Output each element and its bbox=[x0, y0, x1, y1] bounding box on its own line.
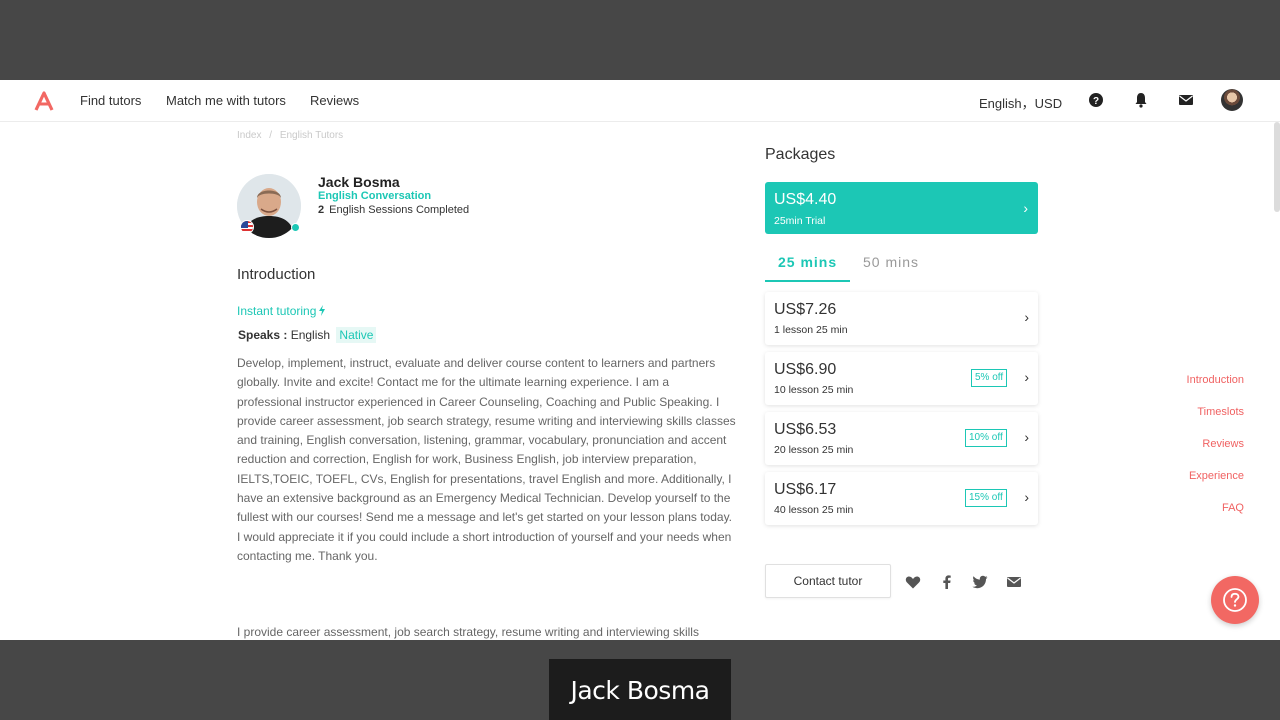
heart-icon[interactable] bbox=[904, 573, 922, 591]
package-desc: 10 lesson 25 min bbox=[774, 384, 854, 396]
trial-desc: 25min Trial bbox=[774, 215, 826, 227]
chevron-right-icon: › bbox=[1024, 309, 1029, 325]
bell-icon[interactable] bbox=[1132, 91, 1150, 109]
question-circle-icon bbox=[1223, 588, 1247, 612]
introduction-heading: Introduction bbox=[237, 266, 316, 283]
help-icon[interactable]: ? bbox=[1087, 91, 1105, 109]
package-card-20[interactable]: US$6.53 20 lesson 25 min 10% off › bbox=[765, 412, 1038, 465]
speaks-row: Speaks : English Native bbox=[238, 327, 377, 343]
package-desc: 40 lesson 25 min bbox=[774, 504, 854, 516]
lightning-icon bbox=[319, 305, 326, 316]
side-nav-reviews[interactable]: Reviews bbox=[1202, 438, 1244, 450]
instant-tutoring-label: Instant tutoring bbox=[237, 304, 326, 318]
sessions-count: 2 bbox=[318, 204, 325, 216]
facebook-icon[interactable] bbox=[938, 573, 956, 591]
trial-package-card[interactable]: US$4.40 25min Trial › bbox=[765, 182, 1038, 234]
help-chat-button[interactable] bbox=[1211, 576, 1259, 624]
discount-badge: 5% off bbox=[971, 369, 1008, 387]
trial-price: US$4.40 bbox=[774, 191, 837, 208]
chevron-right-icon: › bbox=[1024, 489, 1029, 505]
side-nav-faq[interactable]: FAQ bbox=[1222, 502, 1244, 514]
tutor-name: Jack Bosma bbox=[318, 174, 400, 190]
package-card-10[interactable]: US$6.90 10 lesson 25 min 5% off › bbox=[765, 352, 1038, 405]
online-status-dot bbox=[291, 223, 300, 232]
page-scrollbar[interactable] bbox=[1274, 122, 1280, 212]
contact-tutor-button[interactable]: Contact tutor bbox=[765, 564, 891, 598]
package-desc: 1 lesson 25 min bbox=[774, 324, 848, 336]
breadcrumb-english-tutors[interactable]: English Tutors bbox=[280, 130, 343, 141]
discount-badge: 10% off bbox=[965, 429, 1007, 447]
side-nav-introduction[interactable]: Introduction bbox=[1187, 374, 1244, 386]
discount-badge: 15% off bbox=[965, 489, 1007, 507]
nav-find-tutors[interactable]: Find tutors bbox=[80, 93, 141, 108]
breadcrumb-separator: / bbox=[269, 130, 273, 141]
chevron-right-icon: › bbox=[1024, 429, 1029, 445]
video-caption: Jack Bosma bbox=[549, 659, 731, 720]
nav-match-me[interactable]: Match me with tutors bbox=[166, 93, 286, 108]
package-price: US$7.26 bbox=[774, 301, 837, 318]
speaks-language: English bbox=[290, 328, 331, 342]
tab-50-mins[interactable]: 50 mins bbox=[863, 254, 919, 270]
twitter-icon[interactable] bbox=[971, 573, 989, 591]
tutor-subject: English Conversation bbox=[318, 190, 432, 202]
mail-icon[interactable] bbox=[1005, 573, 1023, 591]
user-avatar[interactable] bbox=[1221, 89, 1243, 111]
breadcrumb-index[interactable]: Index bbox=[237, 130, 261, 141]
breadcrumb: Index / English Tutors bbox=[237, 130, 348, 141]
package-card-1[interactable]: US$7.26 1 lesson 25 min › bbox=[765, 292, 1038, 345]
package-price: US$6.53 bbox=[774, 421, 837, 438]
mail-icon[interactable] bbox=[1177, 91, 1195, 109]
nav-reviews[interactable]: Reviews bbox=[310, 93, 359, 108]
top-navbar: Find tutors Match me with tutors Reviews… bbox=[0, 80, 1280, 122]
active-tab-underline bbox=[765, 280, 850, 282]
chevron-right-icon: › bbox=[1024, 369, 1029, 385]
native-badge: Native bbox=[336, 327, 377, 343]
package-price: US$6.17 bbox=[774, 481, 837, 498]
package-desc: 20 lesson 25 min bbox=[774, 444, 854, 456]
side-nav-timeslots[interactable]: Timeslots bbox=[1197, 406, 1244, 418]
package-price: US$6.90 bbox=[774, 361, 837, 378]
svg-text:?: ? bbox=[1093, 96, 1099, 107]
instant-tutoring-text: Instant tutoring bbox=[237, 304, 317, 318]
tutor-page: Find tutors Match me with tutors Reviews… bbox=[0, 80, 1280, 640]
tab-25-mins[interactable]: 25 mins bbox=[778, 254, 837, 270]
language-currency-selector[interactable]: English，USD bbox=[979, 93, 1062, 112]
sessions-label: English Sessions Completed bbox=[329, 204, 470, 216]
brand-logo-icon[interactable] bbox=[34, 91, 54, 111]
chevron-right-icon: › bbox=[1023, 200, 1028, 216]
tutor-sessions: 2 English Sessions Completed bbox=[318, 204, 469, 216]
us-flag-icon bbox=[240, 220, 254, 234]
packages-heading: Packages bbox=[765, 146, 836, 163]
speaks-label: Speaks : bbox=[238, 328, 288, 342]
tutor-bio-continued: I provide career assessment, job search … bbox=[237, 625, 699, 639]
side-nav-experience[interactable]: Experience bbox=[1189, 470, 1244, 482]
package-card-40[interactable]: US$6.17 40 lesson 25 min 15% off › bbox=[765, 472, 1038, 525]
tutor-bio: Develop, implement, instruct, evaluate a… bbox=[237, 356, 736, 563]
